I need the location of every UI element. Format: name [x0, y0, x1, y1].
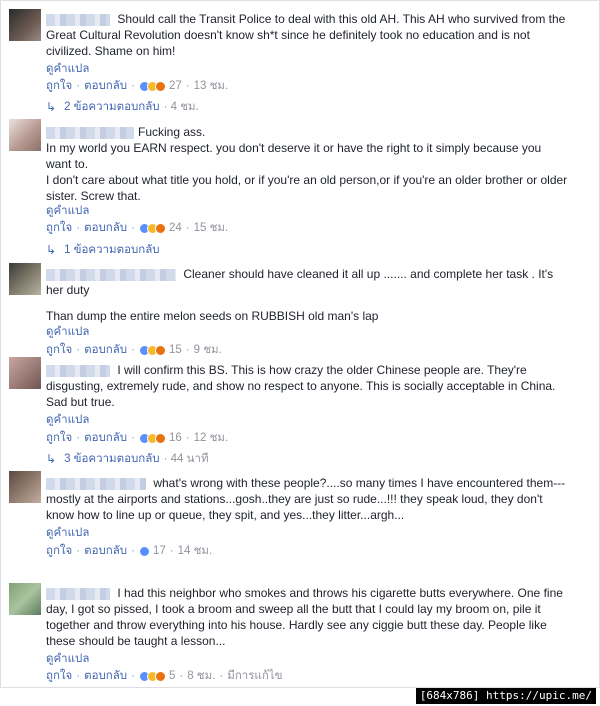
timestamp[interactable]: 15 ชม. [194, 219, 229, 237]
avatar[interactable] [9, 263, 41, 295]
author-name[interactable] [46, 364, 110, 377]
reply-link[interactable]: ตอบกลับ [84, 219, 127, 237]
reply-arrow-icon: ↳ [46, 243, 57, 257]
like-link[interactable]: ถูกใจ [46, 667, 72, 685]
translate-link[interactable]: ดูคำแปล [46, 202, 89, 220]
comment-text: what's wrong with these people?....so ma… [46, 476, 566, 522]
like-link[interactable]: ถูกใจ [46, 341, 72, 359]
author-name[interactable] [46, 587, 110, 600]
reply-arrow-icon: ↳ [46, 452, 57, 466]
reaction-count: 16 [168, 432, 182, 444]
reply-arrow-icon: ↳ [46, 100, 57, 114]
angry-reaction-icon [154, 670, 166, 682]
timestamp[interactable]: 12 ชม. [194, 429, 229, 447]
comment-text: Than dump the entire melon seeds on RUBB… [46, 309, 379, 323]
comment-text: Fucking ass. [46, 124, 568, 140]
like-reaction-icon [138, 545, 150, 557]
comment-actions: ถูกใจ · ตอบกลับ · 17 · 14 ชม. [46, 542, 212, 560]
like-link[interactable]: ถูกใจ [46, 219, 72, 237]
reactions-summary[interactable] [138, 222, 166, 234]
view-replies-link[interactable]: ↳ 1 ข้อความตอบกลับ [46, 241, 160, 259]
timestamp[interactable]: 8 ชม. [187, 667, 215, 685]
angry-reaction-icon [154, 432, 166, 444]
comment-actions: ถูกใจ · ตอบกลับ · 5 · 8 ชม. · มีการแก้ไข [46, 667, 282, 685]
comment-text: In my world you EARN respect. you don't … [46, 141, 542, 171]
avatar[interactable] [9, 9, 41, 41]
reply-link[interactable]: ตอบกลับ [84, 542, 127, 560]
angry-reaction-icon [154, 222, 166, 234]
comment-text: Cleaner should have cleaned it all up ..… [46, 267, 554, 297]
reply-link[interactable]: ตอบกลับ [84, 429, 127, 447]
comment-actions: ถูกใจ · ตอบกลับ · 16 · 12 ชม. [46, 429, 228, 447]
avatar[interactable] [9, 119, 41, 151]
reaction-count: 15 [168, 344, 182, 356]
avatar[interactable] [9, 471, 41, 503]
like-link[interactable]: ถูกใจ [46, 77, 72, 95]
translate-link[interactable]: ดูคำแปล [46, 650, 89, 668]
reaction-count: 27 [168, 80, 182, 92]
comment-actions: ถูกใจ · ตอบกลับ · 27 · 13 ชม. [46, 77, 228, 95]
like-link[interactable]: ถูกใจ [46, 542, 72, 560]
author-name[interactable] [46, 477, 146, 490]
translate-link[interactable]: ดูคำแปล [46, 411, 89, 429]
comment-text: I had this neighbor who smokes and throw… [46, 586, 563, 648]
reply-link[interactable]: ตอบกลับ [84, 341, 127, 359]
view-replies-link[interactable]: ↳ 3 ข้อความตอบกลับ · 44 นาที [46, 450, 209, 468]
reaction-count: 24 [168, 222, 182, 234]
comments-panel: Should call the Transit Police to deal w… [0, 0, 600, 688]
reaction-count: 17 [152, 545, 166, 557]
angry-reaction-icon [154, 80, 166, 92]
translate-link[interactable]: ดูคำแปล [46, 60, 89, 78]
comment-text: I will confirm this BS. This is how craz… [46, 363, 556, 409]
author-name[interactable] [46, 13, 110, 26]
author-name[interactable] [46, 126, 134, 139]
reply-link[interactable]: ตอบกลับ [84, 77, 127, 95]
angry-reaction-icon [154, 344, 166, 356]
avatar[interactable] [9, 357, 41, 389]
reactions-summary[interactable] [138, 670, 166, 682]
comment-text: Should call the Transit Police to deal w… [46, 12, 566, 58]
translate-link[interactable]: ดูคำแปล [46, 323, 89, 341]
reply-link[interactable]: ตอบกลับ [84, 667, 127, 685]
watermark: [684x786] https://upic.me/ [415, 688, 596, 704]
comment-actions: ถูกใจ · ตอบกลับ · 24 · 15 ชม. [46, 219, 228, 237]
reactions-summary[interactable] [138, 344, 166, 356]
timestamp[interactable]: 13 ชม. [194, 77, 229, 95]
timestamp[interactable]: 9 ชม. [194, 341, 222, 359]
reactions-summary[interactable] [138, 545, 150, 557]
author-name[interactable] [46, 268, 176, 281]
edited-label[interactable]: มีการแก้ไข [227, 667, 282, 685]
comment-text: I don't care about what title you hold, … [46, 173, 568, 203]
timestamp[interactable]: 14 ชม. [178, 542, 213, 560]
like-link[interactable]: ถูกใจ [46, 429, 72, 447]
reactions-summary[interactable] [138, 432, 166, 444]
view-replies-link[interactable]: ↳ 2 ข้อความตอบกลับ · 4 ชม. [46, 98, 199, 116]
comment-actions: ถูกใจ · ตอบกลับ · 15 · 9 ชม. [46, 341, 222, 359]
reactions-summary[interactable] [138, 80, 166, 92]
reaction-count: 5 [168, 670, 176, 682]
translate-link[interactable]: ดูคำแปล [46, 524, 89, 542]
avatar[interactable] [9, 583, 41, 615]
